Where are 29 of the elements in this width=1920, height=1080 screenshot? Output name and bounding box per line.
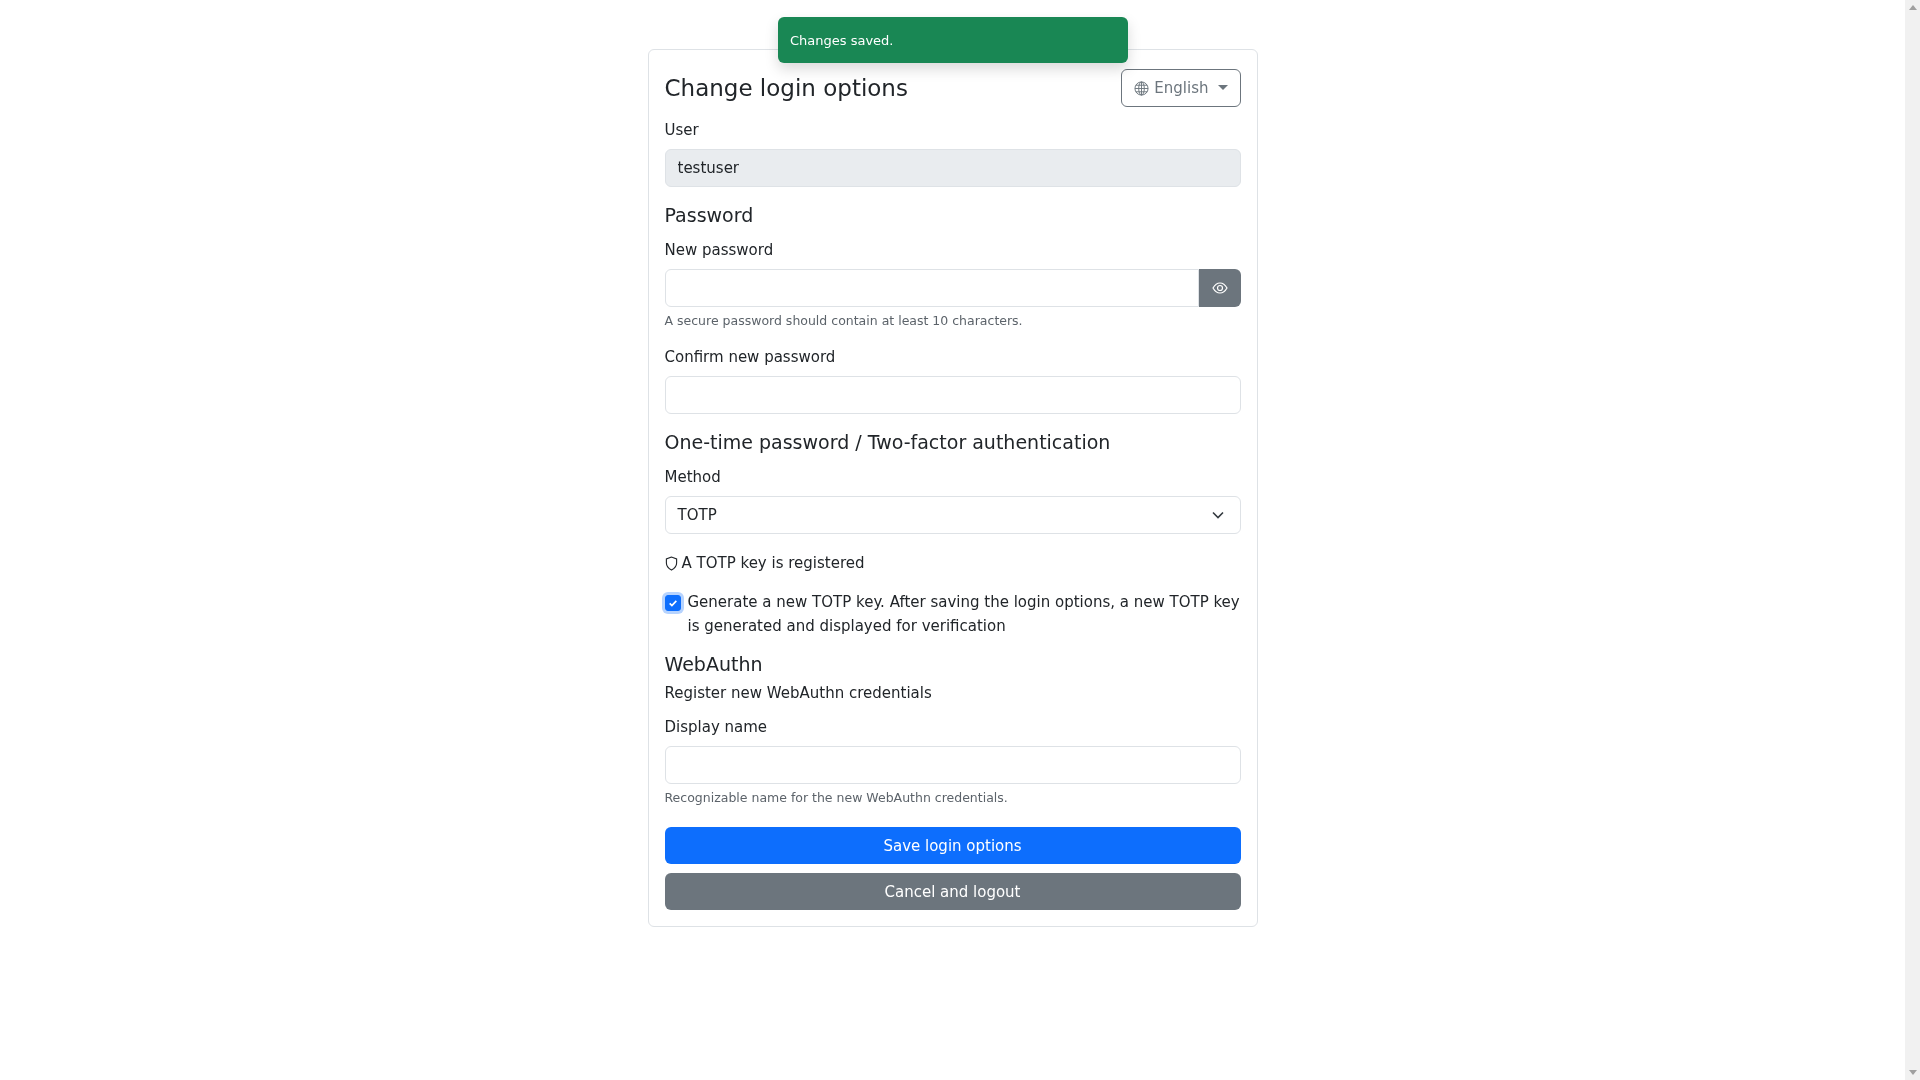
scroll-up-icon	[1908, 5, 1917, 10]
field-label: User	[664, 120, 700, 141]
globe-icon	[1134, 80, 1150, 96]
status-text: A TOTP key is registered	[681, 553, 865, 574]
eye-icon	[1211, 282, 1228, 294]
method-select[interactable]: TOTP	[664, 496, 1241, 534]
shield-icon	[664, 555, 678, 571]
field-label: Display name	[664, 717, 769, 738]
chevron-down-icon	[1211, 511, 1224, 519]
checkbox-label: Generate a new TOTP key. After saving the login options, a new TOTP key is generated and displayed for verification	[687, 592, 1241, 637]
section-heading: One-time password / Two-factor authentication	[664, 430, 1112, 454]
page-title: Change login options	[664, 75, 908, 101]
check-icon	[667, 598, 678, 608]
caret-icon	[1217, 85, 1228, 91]
checkbox[interactable]	[664, 595, 681, 611]
toast-notification: Changes saved.	[778, 17, 1128, 63]
field-label: Method	[664, 467, 722, 488]
action-button[interactable]: Save login options	[664, 827, 1241, 864]
help-text: A secure password should contain at least 10 characters.	[664, 312, 1024, 330]
field-label: New password	[664, 240, 775, 261]
action-button[interactable]: Cancel and logout	[664, 873, 1241, 910]
field-label: Confirm new password	[664, 347, 837, 368]
show-password-button[interactable]	[1198, 269, 1241, 307]
language-dropdown[interactable]: English	[1121, 69, 1241, 107]
section-heading: Password	[664, 203, 755, 227]
help-text: Recognizable name for the new WebAuthn credentials.	[664, 789, 1009, 807]
section-heading: WebAuthn	[664, 652, 764, 676]
section-description: Register new WebAuthn credentials	[664, 683, 933, 704]
scroll-down-icon	[1908, 1070, 1917, 1075]
